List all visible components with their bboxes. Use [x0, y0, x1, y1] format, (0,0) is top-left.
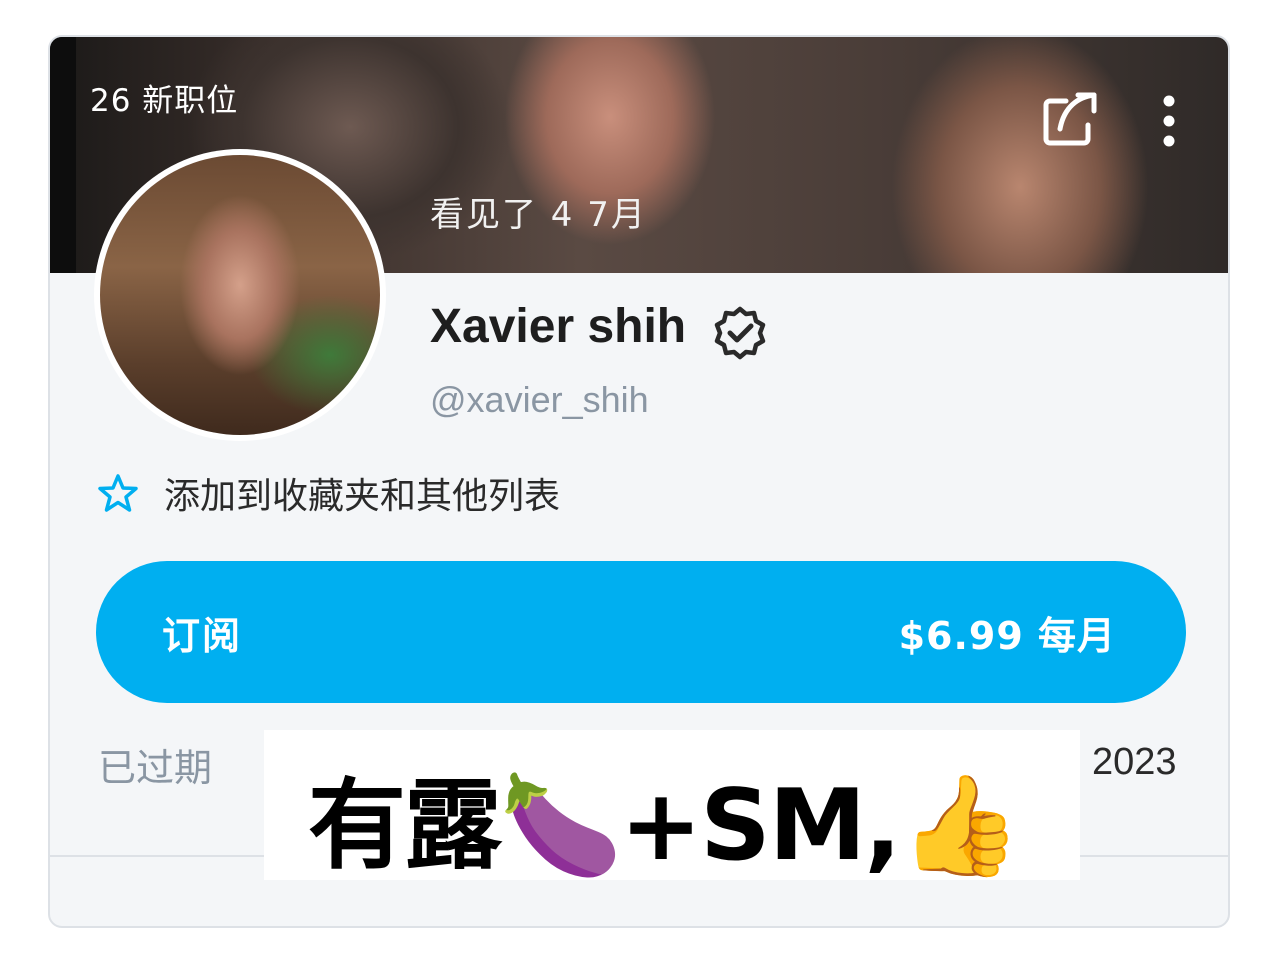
share-icon[interactable] — [1040, 89, 1100, 149]
cover-edge — [50, 37, 76, 273]
more-vertical-icon[interactable] — [1154, 92, 1184, 152]
new-posts-label: 26 新职位 — [90, 83, 239, 119]
username-handle: @xavier_shih — [430, 379, 649, 420]
favorites-label: 添加到收藏夹和其他列表 — [164, 476, 561, 517]
expiry-year: 2023 — [1092, 741, 1177, 783]
expired-label: 已过期 — [98, 746, 213, 790]
subscribe-button[interactable]: 订阅 $6.99 每月 — [96, 561, 1186, 703]
verified-badge-icon — [714, 306, 766, 360]
star-outline-icon — [98, 474, 138, 512]
last-seen-label: 看见了 4 7月 — [430, 195, 647, 235]
caption-overlay: 有露🍆+SM,👍 — [264, 730, 1080, 883]
subscribe-price: $6.99 每月 — [898, 614, 1116, 658]
avatar[interactable] — [94, 149, 386, 441]
caption-text: 有露🍆+SM,👍 — [308, 769, 1021, 883]
display-name: Xavier shih — [430, 300, 687, 353]
subscribe-label: 订阅 — [162, 614, 243, 658]
avatar-image — [100, 155, 380, 435]
